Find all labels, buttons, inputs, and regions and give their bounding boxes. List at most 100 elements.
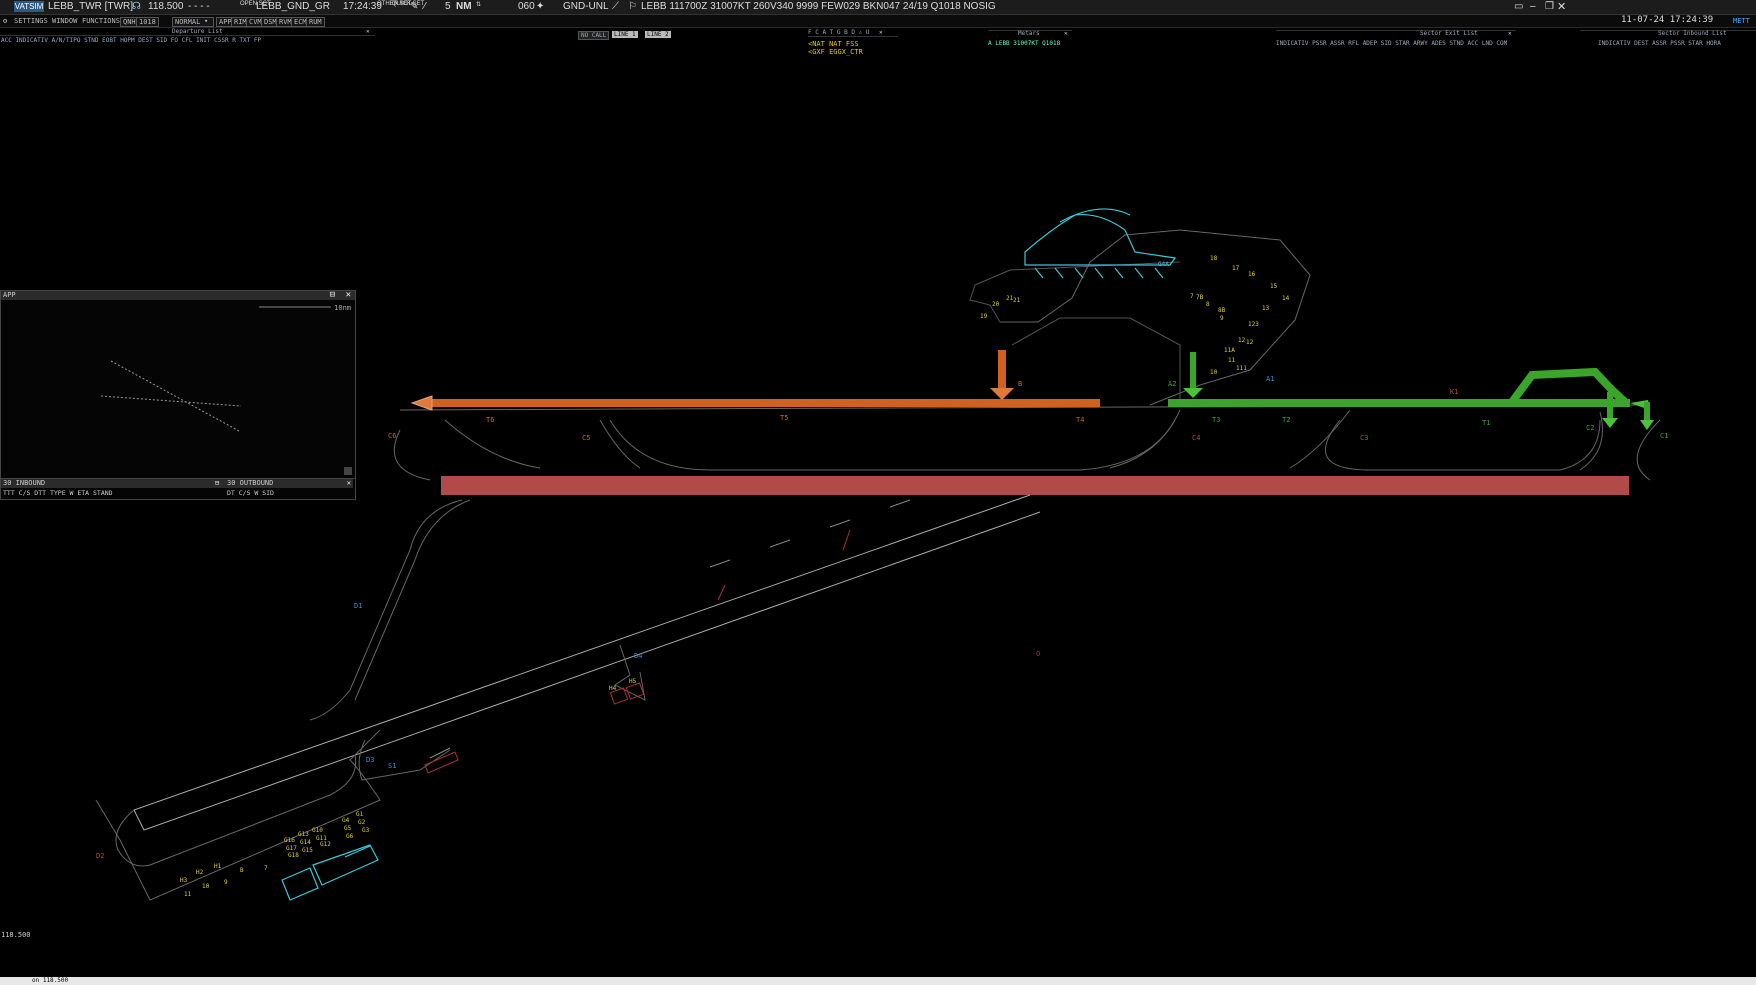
- tool-icon[interactable]: ⚙: [3, 17, 7, 25]
- fl-value[interactable]: 060: [518, 1, 535, 12]
- inbound-title: 30 INBOUND: [3, 479, 46, 487]
- command-text[interactable]: on 118.500: [32, 977, 68, 984]
- sector-select[interactable]: LEBB_GND_GR: [256, 1, 330, 12]
- svg-text:G5: G5: [344, 825, 352, 832]
- btn-rum[interactable]: RUM: [306, 17, 325, 27]
- label-t2: T2: [1282, 416, 1290, 424]
- south-taxiways: [95, 499, 471, 901]
- filter-icon[interactable]: ✦: [536, 1, 544, 12]
- metar-short: A LEBB 31007KT Q1018: [988, 40, 1061, 47]
- label-d3: D3: [366, 756, 374, 764]
- svg-text:7: 7: [264, 865, 268, 872]
- maximize-icon[interactable]: ❐: [1545, 1, 1554, 12]
- notes-line-2: <GXF EGGX_CTR: [808, 48, 863, 56]
- svg-text:G3: G3: [362, 827, 370, 834]
- north-stand-labels: 18 17 16 15 14 13 123 12 12 11A 11 111 1…: [980, 255, 1290, 376]
- svg-text:G18: G18: [288, 852, 299, 859]
- label-t3: T3: [1212, 416, 1220, 424]
- departure-list-titlebar[interactable]: Departure List ✕: [0, 28, 375, 36]
- sector-inbound-titlebar[interactable]: Sector Inbound List: [1580, 30, 1756, 37]
- svg-text:14: 14: [1282, 295, 1290, 302]
- d4-apron: [609, 644, 646, 705]
- qnh-value[interactable]: 1018: [136, 17, 159, 27]
- metars-title: Metars: [1018, 30, 1040, 37]
- outbound-close-icon[interactable]: ✕: [347, 479, 351, 488]
- minimize-icon[interactable]: –: [1530, 1, 1536, 12]
- green-taxiway-labels: T3 T2 T1 A2 A1 K1 C2 C1: [1168, 375, 1668, 440]
- svg-text:G4: G4: [342, 817, 350, 824]
- inbound-titlebar[interactable]: 30 INBOUND ⊟: [1, 479, 225, 488]
- label-c5: C5: [582, 434, 590, 442]
- label-o: O: [1036, 650, 1040, 658]
- sector-exit-titlebar[interactable]: Sector Exit List ✕: [1276, 30, 1516, 37]
- close-icon[interactable]: ✕: [1557, 0, 1566, 13]
- line2-button[interactable]: LINE 2: [645, 31, 671, 38]
- metars-titlebar[interactable]: Metars ✕: [988, 30, 1072, 37]
- menu-window[interactable]: WINDOW: [52, 17, 77, 25]
- svg-text:11A: 11A: [1224, 347, 1235, 354]
- south-stand-labels: G1 G2 G3 G4 G5 G6 G10 G11 G12 G13 G14 G1…: [180, 678, 637, 898]
- menu-bar: ⚙ SETTINGS WINDOW FUNCTIONS QNH 1018 NOR…: [0, 15, 1756, 28]
- secondary-runway: [133, 494, 1041, 831]
- svg-text:G14: G14: [300, 839, 311, 846]
- svg-text:21: 21: [1006, 295, 1014, 302]
- command-line[interactable]: on 118.500: [0, 977, 1756, 985]
- departure-close-icon[interactable]: ✕: [366, 28, 370, 35]
- restore-icon[interactable]: ▭: [1514, 1, 1523, 12]
- menu-functions[interactable]: FUNCTIONS: [82, 17, 120, 25]
- departure-list-columns: ACC INDICATIV A/N/TIPO STND EOBT HOPM DE…: [1, 37, 262, 44]
- quick-set-button[interactable]: QUICK SET: [392, 1, 424, 7]
- app-panel-pin-icon[interactable]: ⊟: [330, 291, 335, 300]
- stby-fl-alt-icon[interactable]: ⇅: [476, 1, 481, 8]
- app-panel[interactable]: APP ⊟ ✕ 10nm: [0, 290, 356, 480]
- outbound-titlebar[interactable]: 30 OUTBOUND ✕: [225, 479, 353, 488]
- range-value[interactable]: 5: [445, 1, 451, 12]
- menu-settings[interactable]: SETTINGS: [14, 17, 48, 25]
- sector-exit-close-icon[interactable]: ✕: [1508, 30, 1512, 37]
- label-c1: C1: [1660, 432, 1668, 440]
- svg-text:G11: G11: [316, 835, 327, 842]
- label-t6: T6: [486, 416, 494, 424]
- svg-text:7: 7: [1190, 293, 1194, 300]
- svg-text:15: 15: [1270, 283, 1278, 290]
- sector-inbound-columns: INDICATIV DEST ASSR PSSR STAR HORA: [1598, 40, 1721, 47]
- label-t1: T1: [1482, 419, 1490, 427]
- s1-hangar: [424, 747, 459, 774]
- svg-text:18: 18: [1210, 255, 1218, 262]
- ruler-icon[interactable]: ⁄: [424, 1, 426, 12]
- no-call-button[interactable]: NO CALL: [578, 31, 610, 40]
- inner-apron-outline: [1011, 317, 1181, 400]
- app-panel-titlebar[interactable]: APP ⊟ ✕: [1, 291, 355, 300]
- filter-label[interactable]: GND-UNL: [563, 1, 609, 12]
- mode-dropdown-icon[interactable]: ▾: [204, 17, 208, 25]
- metars-close-icon[interactable]: ✕: [1064, 30, 1068, 37]
- svg-text:9: 9: [1220, 315, 1224, 322]
- app-panel-title: APP: [3, 291, 16, 299]
- headset-icon[interactable]: ☊: [132, 1, 141, 12]
- sector-exit-columns: INDICATIV PSSR ASSR RFL ADEP SID STAR AR…: [1276, 40, 1508, 47]
- pen-icon[interactable]: ✎: [410, 1, 418, 12]
- app-panel-close-icon[interactable]: ✕: [346, 291, 351, 300]
- datetime: 11-07-24 17:24:39: [1621, 15, 1714, 25]
- svg-text:19: 19: [980, 313, 988, 320]
- svg-text:10: 10: [1210, 369, 1218, 376]
- inout-panel[interactable]: 30 INBOUND ⊟ 30 OUTBOUND ✕ TTT C/S DTT T…: [0, 478, 356, 500]
- wind-icon: ⟋: [612, 1, 619, 12]
- notes-close-icon[interactable]: ✕: [879, 29, 883, 36]
- svg-text:11: 11: [1228, 357, 1236, 364]
- svg-text:G6: G6: [346, 833, 354, 840]
- svg-text:G13: G13: [298, 831, 309, 838]
- frequency-display[interactable]: 118.500: [148, 1, 183, 12]
- svg-text:B: B: [240, 867, 244, 874]
- label-a1: A1: [1266, 375, 1274, 383]
- inbound-pin-icon[interactable]: ⊟: [215, 479, 219, 488]
- svg-text:12: 12: [1246, 339, 1254, 346]
- label-d2: D2: [96, 852, 104, 860]
- line1-button[interactable]: LINE 1: [612, 31, 638, 38]
- mett-label[interactable]: METT: [1733, 17, 1750, 25]
- svg-text:G10: G10: [312, 827, 323, 834]
- metar-flag-icon: ⚐: [628, 1, 637, 12]
- svg-text:20: 20: [992, 301, 1000, 308]
- svg-text:G12: G12: [320, 841, 331, 848]
- notes-titlebar[interactable]: F C A T G B D ⚠ U ✕: [808, 29, 898, 37]
